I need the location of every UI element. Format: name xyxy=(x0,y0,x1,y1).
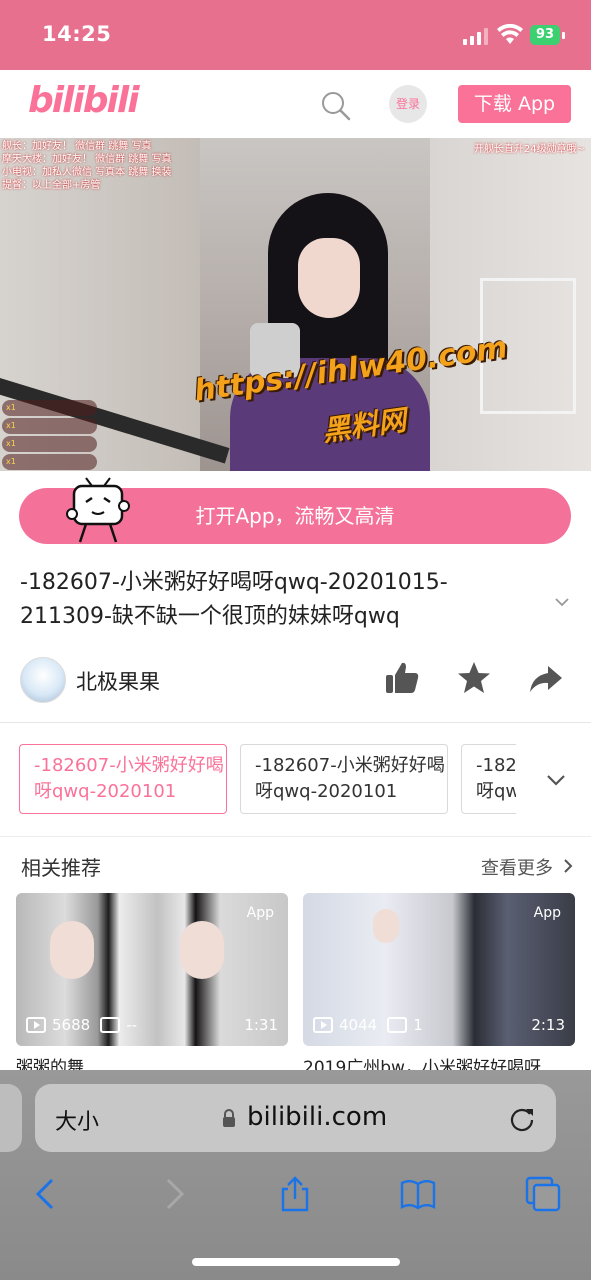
author-row: 北极果果 xyxy=(0,652,591,708)
tabs-icon[interactable] xyxy=(525,1176,561,1212)
search-icon[interactable] xyxy=(320,90,352,122)
divider xyxy=(0,836,591,837)
view-count: 5688 xyxy=(52,1016,91,1034)
battery-level: 93 xyxy=(530,25,560,45)
previous-tab-peek[interactable] xyxy=(0,1084,22,1152)
related-video-card-2[interactable]: App 4044 1 2:13 xyxy=(303,893,575,1046)
comment-count: 1 xyxy=(413,1016,423,1034)
thumbs-up-icon[interactable] xyxy=(384,660,420,696)
gift-list: x1 x1 x1 x1 xyxy=(2,400,97,471)
share-icon[interactable] xyxy=(277,1176,313,1212)
episode-item-2[interactable]: -182607-小米粥好好喝呀qwq-2020101 xyxy=(240,744,448,814)
cellular-signal-icon xyxy=(463,28,488,45)
favorite-star-icon[interactable] xyxy=(456,660,492,696)
comment-count: -- xyxy=(126,1016,138,1034)
chevron-down-icon[interactable] xyxy=(544,768,568,792)
episode-list: -182607-小米粥好好喝呀qwq-2020101 -182607-小米粥好好… xyxy=(19,744,516,816)
address-bar[interactable]: 大小 bilibili.com xyxy=(35,1084,556,1152)
wifi-icon xyxy=(497,24,523,44)
battery-icon: 93 xyxy=(530,25,566,47)
lock-icon xyxy=(223,1109,235,1127)
tv-mascot-icon xyxy=(66,477,130,543)
download-app-button[interactable]: 下载 App xyxy=(458,85,571,123)
url-text[interactable]: bilibili.com xyxy=(247,1102,387,1132)
status-bar: 14:25 93 xyxy=(0,0,591,70)
play-count-icon xyxy=(313,1017,333,1033)
duration: 1:31 xyxy=(244,1016,278,1034)
related-video-caption-2[interactable]: 2019广州bw，小米粥好好喝呀 xyxy=(303,1057,575,1071)
gift-item: x1 xyxy=(2,436,97,452)
play-count-icon xyxy=(26,1017,46,1033)
chevron-right-icon[interactable] xyxy=(562,858,574,874)
browser-toolbar: 大小 bilibili.com xyxy=(0,1070,591,1280)
app-badge: App xyxy=(533,905,561,921)
forward-arrow-icon[interactable] xyxy=(156,1176,192,1212)
divider xyxy=(0,722,591,723)
video-title: -182607-小米粥好好喝呀qwq-20201015-211309-缺不缺一个… xyxy=(20,570,448,629)
episode-item-3[interactable]: -182607-小米粥好好喝呀qwq-2020101 xyxy=(461,744,516,814)
author-name[interactable]: 北极果果 xyxy=(76,666,160,696)
share-arrow-icon[interactable] xyxy=(528,660,564,696)
stream-overlay-right: 开舰长直升24级勋章哦~ xyxy=(473,144,585,155)
site-header: bilibili 登录 下载 App xyxy=(0,70,591,138)
card-stats: 4044 1 xyxy=(313,1016,423,1034)
expand-chevron-icon[interactable] xyxy=(552,592,572,612)
back-arrow-icon[interactable] xyxy=(28,1176,64,1212)
related-video-card-1[interactable]: App 5688 -- 1:31 xyxy=(16,893,288,1046)
bilibili-logo[interactable]: bilibili xyxy=(28,80,140,121)
text-size-button[interactable]: 大小 xyxy=(55,1104,99,1136)
comment-count-icon xyxy=(387,1017,408,1033)
gift-item: x1 xyxy=(2,418,97,434)
status-time: 14:25 xyxy=(42,22,112,46)
home-indicator[interactable] xyxy=(192,1258,400,1266)
gift-item: x1 xyxy=(2,454,97,470)
gift-item: x1 xyxy=(2,400,97,416)
app-badge: App xyxy=(246,905,274,921)
episode-item-1[interactable]: -182607-小米粥好好喝呀qwq-2020101 xyxy=(19,744,227,814)
related-section-title: 相关推荐 xyxy=(21,856,101,880)
view-count: 4044 xyxy=(339,1016,378,1034)
related-video-caption-1[interactable]: 粥粥的舞 xyxy=(16,1057,288,1071)
reload-icon[interactable] xyxy=(508,1104,536,1132)
duration: 2:13 xyxy=(531,1016,565,1034)
stream-overlay-text: 舰长：加好友！ 微信群 跳舞 写真 摩天大楼：加好友！ 微信群 跳舞 写真 小电… xyxy=(2,141,172,191)
video-player[interactable]: 舰长：加好友！ 微信群 跳舞 写真 摩天大楼：加好友！ 微信群 跳舞 写真 小电… xyxy=(0,138,591,471)
see-more-link[interactable]: 查看更多 xyxy=(481,854,553,880)
comment-count-icon xyxy=(100,1017,121,1033)
card-stats: 5688 -- xyxy=(26,1016,137,1034)
avatar[interactable] xyxy=(20,657,66,703)
login-button[interactable]: 登录 xyxy=(389,85,427,123)
bookmarks-icon[interactable] xyxy=(400,1176,436,1212)
